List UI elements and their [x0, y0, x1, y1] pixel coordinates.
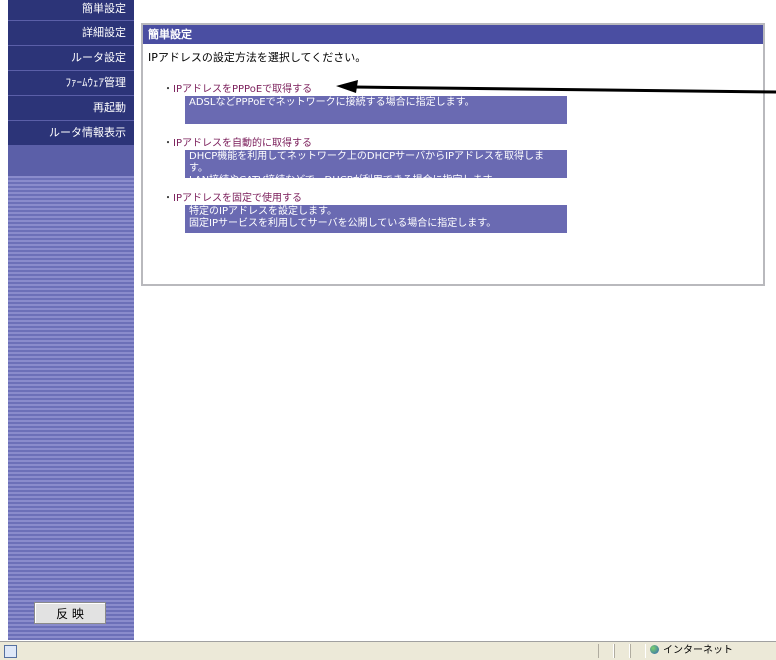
option-dhcp-desc: DHCP機能を利用してネットワーク上のDHCPサーバからIPアドレスを取得します… — [185, 150, 567, 186]
panel-title: 簡単設定 — [143, 25, 763, 44]
globe-icon — [650, 645, 659, 654]
sidebar-item-router-info[interactable]: ルータ情報表示 — [8, 121, 134, 145]
option-static-desc: 特定のIPアドレスを設定します。 固定IPサービスを利用してサーバを公開している… — [185, 205, 567, 233]
status-zone-label: インターネット — [663, 645, 733, 656]
option-desc-line: DHCP機能を利用してネットワーク上のDHCPサーバからIPアドレスを取得します… — [189, 151, 545, 174]
status-cell — [614, 644, 630, 658]
status-bar: インターネット — [0, 641, 776, 660]
sidebar-pattern — [8, 176, 134, 640]
sidebar-item-easy-setup[interactable]: 簡単設定 — [8, 0, 134, 20]
ie-page-icon — [4, 645, 17, 658]
option-dhcp: IPアドレスを自動的に取得する DHCP機能を利用してネットワーク上のDHCPサ… — [173, 137, 567, 186]
sidebar-item-reboot[interactable]: 再起動 — [8, 96, 134, 120]
option-desc-line: LAN接続やCATV接続などで、DHCPが利用できる場合に指定します。 — [189, 175, 502, 186]
annotation-arrow-icon — [336, 80, 776, 94]
status-zone: インターネット — [650, 643, 733, 659]
option-pppoe-desc: ADSLなどPPPoEでネットワークに接続する場合に指定します。 — [185, 96, 567, 124]
apply-button[interactable]: 反 映 — [34, 602, 106, 624]
status-cell — [598, 644, 614, 658]
status-cell — [630, 644, 646, 658]
sidebar-item-router-setup[interactable]: ルータ設定 — [8, 46, 134, 70]
option-desc-line: 固定IPサービスを利用してサーバを公開している場合に指定します。 — [189, 218, 497, 229]
sidebar: 簡単設定 詳細設定 ルータ設定 ﾌｧｰﾑｳｪｱ管理 再起動 ルータ情報表示 反 … — [8, 0, 134, 640]
option-static-link[interactable]: IPアドレスを固定で使用する — [173, 192, 567, 205]
option-dhcp-link[interactable]: IPアドレスを自動的に取得する — [173, 137, 567, 150]
easy-setup-panel: 簡単設定 IPアドレスの設定方法を選択してください。 IPアドレスをPPPoEで… — [141, 23, 765, 286]
option-desc-line: 特定のIPアドレスを設定します。 — [189, 206, 337, 217]
option-static: IPアドレスを固定で使用する 特定のIPアドレスを設定します。 固定IPサービス… — [173, 192, 567, 233]
panel-instruction: IPアドレスの設定方法を選択してください。 — [148, 51, 367, 64]
sidebar-item-firmware[interactable]: ﾌｧｰﾑｳｪｱ管理 — [8, 71, 134, 95]
sidebar-item-detailed-setup[interactable]: 詳細設定 — [8, 21, 134, 45]
